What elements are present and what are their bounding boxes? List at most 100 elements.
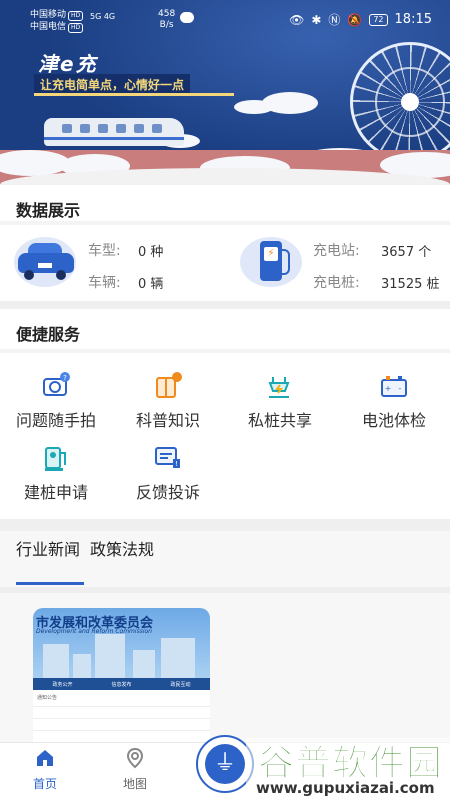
service-label: 科普知识 <box>135 411 200 430</box>
active-tab-indicator <box>16 582 84 585</box>
nav-home[interactable]: 首页 <box>20 747 70 792</box>
plug-icon: ⏚ <box>205 744 245 784</box>
nav-map[interactable]: 地图 <box>110 747 160 792</box>
camera-icon: ? <box>41 371 71 401</box>
station-label: 充电站: <box>313 243 360 259</box>
svg-text:!: ! <box>175 460 178 468</box>
news-card-notice: 通知公告 <box>37 695 58 701</box>
app-slogan: 让充电简单点，心情好一点 <box>34 74 191 95</box>
nav-map-label: 地图 <box>122 777 147 791</box>
section-divider <box>0 301 450 309</box>
carrier-1: 中国移动 <box>30 10 67 20</box>
status-right: 👁 ✱ Ⓝ 🔕 72 18:15 <box>289 11 432 28</box>
news-card-nav: 政务公开 信息发布 政民互动 <box>33 678 210 690</box>
news-card-nav-item: 信息发布 <box>111 681 132 688</box>
section-divider <box>0 349 450 353</box>
hero-banner: 中国移动 HD 中国电信 HD 5G 4G 458 B/s 👁 ✱ Ⓝ 🔕 72 1… <box>0 0 450 185</box>
hd-badge: HD <box>68 11 84 21</box>
speed-value: 458 <box>158 9 176 19</box>
services-section: 便捷服务 ? 问题随手拍 科普知识 私桩共享 + - 电池体检 建桩申请 ! 反… <box>0 309 450 519</box>
slogan-underline <box>34 93 234 96</box>
lightning-icon: ⚡ <box>264 247 278 261</box>
speed-unit: B/s <box>159 20 174 30</box>
car-plate <box>38 263 52 268</box>
service-label: 建桩申请 <box>23 483 88 502</box>
stats-row: 车型: 0 种 车辆: 0 辆 ⚡ 充电站: 3657 个 充电桩: 31525… <box>0 225 450 301</box>
status-bar: 中国移动 HD 中国电信 HD 5G 4G 458 B/s 👁 ✱ Ⓝ 🔕 72 1… <box>0 0 450 38</box>
train-window <box>116 124 126 133</box>
book-icon <box>153 371 183 401</box>
nav-home-label: 首页 <box>32 777 57 791</box>
hd-badge: HD <box>68 23 84 33</box>
section-divider <box>0 519 450 531</box>
news-card-image: 市发展和改革委员会 Development and Reform Commiss… <box>33 608 210 678</box>
network-type: 5G 4G <box>90 12 116 21</box>
service-battery-check[interactable]: + - 电池体检 <box>338 371 450 431</box>
status-time: 18:15 <box>394 12 432 27</box>
service-science[interactable]: 科普知识 <box>112 371 224 431</box>
car-wheel <box>56 270 66 280</box>
train-window <box>80 124 90 133</box>
bluetooth-icon: ✱ <box>311 12 322 27</box>
carrier-info: 中国移动 HD 中国电信 HD <box>30 9 84 33</box>
vehicle-type-value: 0 种 <box>138 245 164 260</box>
app-logo: 津e充 <box>38 52 98 76</box>
building-shape <box>43 644 69 678</box>
train-illustration <box>44 118 184 146</box>
battery-icon: + - <box>379 371 409 401</box>
feedback-icon: ! <box>153 443 183 473</box>
service-private-pile-share[interactable]: 私桩共享 <box>224 371 336 431</box>
service-label: 电池体检 <box>361 411 426 430</box>
home-icon <box>37 750 53 766</box>
cloud-decoration <box>234 100 274 114</box>
tab-policy[interactable]: 政策法规 <box>90 539 154 560</box>
building-shape <box>73 654 91 678</box>
tab-industry-news[interactable]: 行业新闻 <box>16 539 86 560</box>
pile-value: 31525 桩 <box>381 277 440 292</box>
news-card-row <box>33 718 210 719</box>
section-divider <box>0 587 450 593</box>
news-card-row <box>33 730 210 731</box>
vehicle-type-label: 车型: <box>88 243 121 259</box>
svg-text:-: - <box>399 384 402 393</box>
news-card-nav-item: 政务公开 <box>52 681 73 688</box>
pile-label: 充电桩: <box>313 275 360 291</box>
service-label: 问题随手拍 <box>15 411 96 430</box>
ferris-wheel-hub <box>401 93 419 111</box>
building-shape <box>133 650 155 678</box>
plug-share-icon <box>265 371 295 401</box>
service-label: 私桩共享 <box>247 411 312 430</box>
mute-icon: 🔕 <box>347 12 363 27</box>
data-display-title: 数据展示 <box>16 201 81 220</box>
network-speed: 458 B/s <box>158 9 175 31</box>
eye-icon: 👁 <box>289 12 305 27</box>
svg-text:+: + <box>385 384 392 393</box>
news-card-row <box>33 706 210 707</box>
charging-station-icon: ⚡ <box>240 237 302 287</box>
charger-apply-icon <box>41 443 71 473</box>
vehicle-count-value: 0 辆 <box>138 277 164 292</box>
pile-cable <box>282 249 290 275</box>
train-window <box>98 124 108 133</box>
news-card-nav-item: 政民互动 <box>170 681 191 688</box>
vehicle-count-label: 车辆: <box>88 275 121 291</box>
message-icon <box>180 12 194 23</box>
service-photo-report[interactable]: ? 问题随手拍 <box>0 371 112 431</box>
service-feedback[interactable]: ! 反馈投诉 <box>112 443 224 503</box>
battery-icon: 72 <box>369 13 388 26</box>
building-shape <box>95 634 125 678</box>
watermark-url: www.gupuxiazai.com <box>256 779 435 797</box>
data-display-section: 数据展示 车型: 0 种 车辆: 0 辆 ⚡ 充电站: 3657 个 充电桩: … <box>0 185 450 301</box>
car-icon <box>14 237 76 287</box>
service-pile-application[interactable]: 建桩申请 <box>0 443 112 503</box>
train-window <box>134 124 144 133</box>
train-stripe <box>44 137 184 140</box>
car-wheel <box>24 270 34 280</box>
news-card-subtitle: Development and Reform Commission <box>36 628 152 635</box>
services-title: 便捷服务 <box>16 325 81 344</box>
map-pin-icon <box>126 747 144 769</box>
service-label: 反馈投诉 <box>135 483 200 502</box>
news-card[interactable]: 市发展和改革委员会 Development and Reform Commiss… <box>33 608 210 745</box>
carrier-2: 中国电信 <box>30 22 67 32</box>
station-value: 3657 个 <box>381 245 432 260</box>
